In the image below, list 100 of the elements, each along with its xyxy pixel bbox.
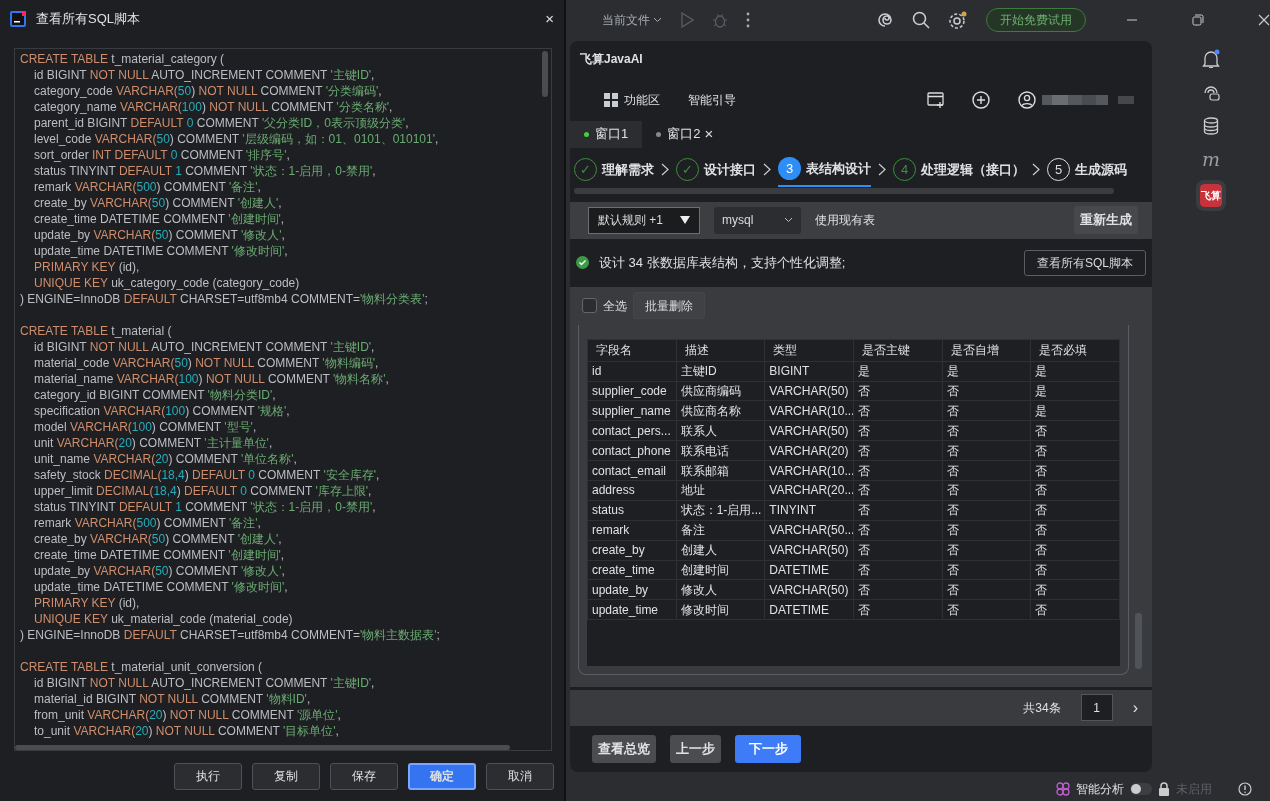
close-icon[interactable]: [1258, 14, 1270, 27]
trial-button[interactable]: 开始免费试用: [986, 8, 1086, 33]
code-line: update_by VARCHAR(50) COMMENT '修改人',: [33, 563, 286, 579]
table-cell: 供应商名称: [676, 400, 765, 421]
horizontal-scrollbar[interactable]: [15, 745, 510, 750]
progress-step[interactable]: ✓ 设计接口: [676, 152, 756, 187]
table-cell: 否: [1030, 440, 1120, 461]
code-line: ) ENGINE=InnoDB DEFAULT CHARSET=utf8mb4 COMMENT='物料主数据表';: [20, 627, 441, 643]
table-cell: VARCHAR(10...: [764, 400, 854, 421]
table-cell: 否: [1030, 540, 1120, 561]
code-line: create_by VARCHAR(50) COMMENT '创建人',: [33, 195, 283, 211]
table-cell: 否: [853, 579, 943, 600]
nav-item[interactable]: 智能引导: [688, 90, 736, 109]
column-header: 是否主键: [853, 339, 943, 362]
code-line: UNIQUE KEY uk_category_code (category_code): [33, 275, 301, 291]
table-cell: 修改人: [676, 579, 765, 600]
restore-icon[interactable]: [1192, 14, 1204, 27]
table-cell: supplier_code: [587, 381, 677, 401]
new-window-icon[interactable]: [927, 91, 944, 108]
page-number[interactable]: 1: [1080, 694, 1113, 722]
table-cell: create_by: [587, 540, 677, 561]
chevron-down-icon: [784, 217, 793, 224]
user-icon[interactable]: [1018, 90, 1036, 109]
database-dropdown[interactable]: mysql: [714, 206, 801, 234]
table-cell: 否: [1030, 599, 1120, 620]
total-count: 共34条: [1023, 699, 1061, 717]
code-line: PRIMARY KEY (id),: [33, 595, 141, 611]
step-button[interactable]: 查看总览: [592, 734, 656, 763]
close-button[interactable]: ×: [545, 7, 554, 31]
code-line: status TINYINT DEFAULT 1 COMMENT '状态：1-启用，0-禁用',: [33, 163, 377, 179]
database-icon[interactable]: [1203, 116, 1219, 135]
table-cell: 否: [1030, 579, 1120, 600]
table-cell: 备注: [676, 520, 765, 541]
vertical-scrollbar[interactable]: [542, 51, 548, 97]
vertical-scrollbar[interactable]: [1135, 612, 1142, 669]
toggle-switch[interactable]: [1130, 783, 1152, 796]
table-cell: VARCHAR(50): [764, 579, 854, 600]
table-cell: 修改时间: [676, 599, 765, 620]
table-cell: 否: [853, 480, 943, 501]
code-line: PRIMARY KEY (id),: [33, 259, 141, 275]
code-line: parent_id BIGINT DEFAULT 0 COMMENT '父分类ID，0表示顶级分类',: [33, 115, 410, 131]
regenerate-button[interactable]: 重新生成: [1074, 206, 1138, 235]
run-config-dropdown[interactable]: 当前文件: [602, 11, 662, 30]
progress-step[interactable]: 5 生成源码: [1047, 152, 1127, 187]
table-cell: contact_phone: [587, 440, 677, 461]
nav-item[interactable]: 功能区: [604, 90, 660, 109]
close-tab-button[interactable]: ×: [704, 122, 714, 146]
step-button[interactable]: 下一步: [735, 734, 801, 763]
code-line: update_time DATETIME COMMENT '修改时间',: [33, 579, 289, 595]
table-cell: 是: [853, 361, 943, 382]
notification-icon[interactable]: [1202, 48, 1220, 69]
table-cell: 否: [942, 480, 1031, 501]
table-cell: 否: [853, 381, 943, 401]
window-tab[interactable]: 窗口1: [570, 120, 643, 148]
code-line: status TINYINT DEFAULT 1 COMMENT '状态：1-启用，0-禁用',: [33, 499, 377, 515]
table-cell: 否: [853, 460, 943, 481]
dialog-button[interactable]: 复制: [252, 762, 320, 790]
check-circle-icon: [576, 256, 589, 270]
view-sql-button[interactable]: 查看所有SQL脚本: [1024, 249, 1146, 276]
settings-icon[interactable]: [948, 11, 968, 30]
table-cell: 否: [1030, 500, 1120, 521]
dialog-title: 查看所有SQL脚本: [36, 10, 141, 29]
table-cell: 联系电话: [676, 440, 765, 461]
checkbox[interactable]: [582, 298, 597, 314]
table-cell: 否: [853, 500, 943, 521]
step-button[interactable]: 上一步: [670, 734, 721, 763]
batch-delete-button[interactable]: 批量删除: [633, 292, 705, 320]
table-cell: 否: [853, 440, 943, 461]
table-cell: 是: [1030, 400, 1120, 421]
search-icon[interactable]: [912, 11, 930, 30]
next-page-button[interactable]: ›: [1132, 695, 1138, 720]
code-line: model VARCHAR(100) COMMENT '型号',: [33, 419, 258, 435]
more-icon[interactable]: [746, 12, 750, 29]
code-line: ) ENGINE=InnoDB DEFAULT CHARSET=utf8mb4 COMMENT='物料分类表';: [20, 291, 429, 307]
add-icon[interactable]: [972, 90, 990, 109]
select-all-label[interactable]: 全选: [603, 296, 627, 315]
code-line: category_code VARCHAR(50) NOT NULL COMMENT '分类编码',: [33, 83, 383, 99]
rule-dropdown[interactable]: 默认规则 +1: [588, 206, 700, 234]
analysis-label: 智能分析: [1076, 781, 1124, 799]
table-cell: 联系人: [676, 420, 765, 441]
progress-step[interactable]: 3 表结构设计: [778, 152, 871, 187]
chat-icon[interactable]: [1202, 83, 1220, 102]
table-cell: 否: [942, 381, 1031, 401]
horizontal-scrollbar[interactable]: [574, 187, 1114, 194]
table-cell: BIGINT: [764, 361, 854, 382]
table-cell: 供应商编码: [676, 381, 765, 401]
table-cell: VARCHAR(50): [764, 381, 854, 401]
progress-step[interactable]: ✓ 理解需求: [574, 152, 654, 187]
table-cell: VARCHAR(50): [764, 420, 854, 441]
code-line: from_unit VARCHAR(20) NOT NULL COMMENT '源单位',: [33, 707, 342, 723]
dialog-button[interactable]: 保存: [330, 762, 398, 790]
progress-step[interactable]: 4 处理逻辑（接口）: [893, 152, 1025, 187]
table-cell: 否: [942, 420, 1031, 441]
dialog-button[interactable]: 取消: [486, 762, 554, 790]
table-cell: contact_email: [587, 460, 677, 481]
use-existing-button[interactable]: 使用现有表: [815, 211, 875, 230]
plugin-logo[interactable]: m: [1202, 149, 1220, 169]
table-cell: create_time: [587, 560, 677, 580]
dialog-button[interactable]: 执行: [174, 762, 242, 790]
swirl-icon[interactable]: [876, 11, 894, 30]
